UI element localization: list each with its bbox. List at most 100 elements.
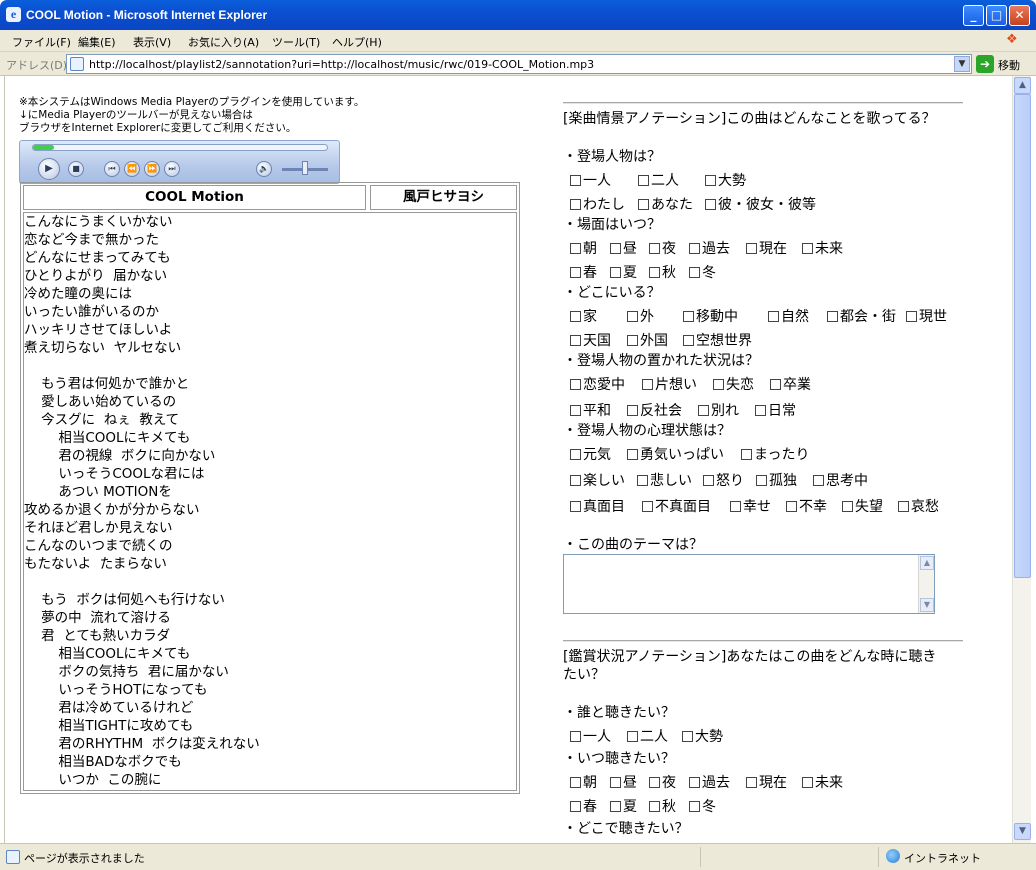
checkbox-option[interactable]: 不真面目 (642, 496, 711, 516)
checkbox-option[interactable]: 彼・彼女・彼等 (705, 194, 816, 214)
checkbox[interactable] (610, 777, 621, 788)
checkbox[interactable] (649, 801, 660, 812)
checkbox[interactable] (570, 449, 581, 460)
checkbox[interactable] (755, 405, 766, 416)
play-icon[interactable]: ▶ (38, 158, 60, 180)
checkbox-option[interactable]: 幸せ (730, 496, 771, 516)
checkbox-option[interactable]: 移動中 (683, 306, 738, 326)
checkbox[interactable] (570, 243, 581, 254)
checkbox-option[interactable]: 現在 (746, 772, 787, 792)
checkbox[interactable] (627, 311, 638, 322)
checkbox[interactable] (802, 777, 813, 788)
go-arrow-icon[interactable]: ➔ (976, 55, 994, 73)
checkbox-option[interactable]: 一人 (570, 726, 611, 746)
checkbox-option[interactable]: 過去 (689, 238, 730, 258)
checkbox-option[interactable]: 夜 (649, 772, 676, 792)
checkbox[interactable] (642, 379, 653, 390)
checkbox-option[interactable]: 真面目 (570, 496, 625, 516)
checkbox-option[interactable]: 楽しい (570, 470, 625, 490)
checkbox[interactable] (570, 501, 581, 512)
checkbox-option[interactable]: 思考中 (813, 470, 868, 490)
checkbox-option[interactable]: 昼 (610, 238, 637, 258)
volume-knob[interactable] (302, 161, 308, 175)
checkbox[interactable] (627, 449, 638, 460)
checkbox-option[interactable]: 冬 (689, 796, 716, 816)
checkbox-option[interactable]: 都会・街 (827, 306, 896, 326)
checkbox[interactable] (713, 379, 724, 390)
checkbox[interactable] (570, 731, 581, 742)
checkbox[interactable] (770, 379, 781, 390)
checkbox-option[interactable]: 現在 (746, 238, 787, 258)
checkbox-option[interactable]: 天国 (570, 330, 611, 350)
checkbox-option[interactable]: 未来 (802, 772, 843, 792)
checkbox-option[interactable]: 外国 (627, 330, 668, 350)
checkbox-option[interactable]: 空想世界 (683, 330, 752, 350)
checkbox-option[interactable]: 反社会 (627, 400, 682, 420)
checkbox[interactable] (570, 311, 581, 322)
checkbox[interactable] (642, 501, 653, 512)
next-icon[interactable]: ⏭ (164, 161, 180, 177)
checkbox[interactable] (649, 243, 660, 254)
checkbox-option[interactable]: 家 (570, 306, 597, 326)
checkbox-option[interactable]: 別れ (698, 400, 739, 420)
checkbox[interactable] (705, 199, 716, 210)
checkbox[interactable] (637, 475, 648, 486)
go-button[interactable]: 移動 (998, 57, 1020, 73)
checkbox-option[interactable]: 哀愁 (898, 496, 939, 516)
checkbox-option[interactable]: 卒業 (770, 374, 811, 394)
scroll-down-icon[interactable]: ▼ (920, 598, 934, 612)
checkbox-option[interactable]: 日常 (755, 400, 796, 420)
checkbox[interactable] (649, 267, 660, 278)
textarea-scrollbar[interactable]: ▲ ▼ (918, 555, 934, 613)
checkbox-option[interactable]: まったり (741, 444, 809, 464)
checkbox-option[interactable]: 二人 (638, 170, 679, 190)
checkbox-option[interactable]: 外 (627, 306, 654, 326)
checkbox-option[interactable]: 勇気いっぱい (627, 444, 724, 464)
checkbox[interactable] (638, 175, 649, 186)
checkbox[interactable] (689, 267, 700, 278)
checkbox[interactable] (746, 777, 757, 788)
close-button[interactable]: ✕ (1009, 5, 1030, 26)
checkbox[interactable] (682, 731, 693, 742)
maximize-button[interactable]: □ (986, 5, 1007, 26)
checkbox-option[interactable]: 夜 (649, 238, 676, 258)
checkbox-option[interactable]: 恋愛中 (570, 374, 625, 394)
checkbox-option[interactable]: 未来 (802, 238, 843, 258)
menu-favorites[interactable]: お気に入り(A) (188, 34, 259, 50)
checkbox-option[interactable]: 秋 (649, 262, 676, 282)
checkbox[interactable] (786, 501, 797, 512)
checkbox-option[interactable]: 秋 (649, 796, 676, 816)
checkbox[interactable] (570, 475, 581, 486)
address-url[interactable]: http://localhost/playlist2/sannotation?u… (89, 58, 594, 71)
title-bar[interactable]: e COOL Motion - Microsoft Internet Explo… (0, 0, 1036, 30)
checkbox[interactable] (756, 475, 767, 486)
checkbox-option[interactable]: 大勢 (705, 170, 746, 190)
checkbox[interactable] (570, 379, 581, 390)
menu-file[interactable]: ファイル(F) (12, 34, 71, 50)
checkbox[interactable] (802, 243, 813, 254)
fast-forward-icon[interactable]: ⏩ (144, 161, 160, 177)
checkbox[interactable] (813, 475, 824, 486)
checkbox-option[interactable]: 過去 (689, 772, 730, 792)
stop-icon[interactable]: ■ (68, 161, 84, 177)
checkbox-option[interactable]: 平和 (570, 400, 611, 420)
checkbox[interactable] (741, 449, 752, 460)
checkbox[interactable] (570, 777, 581, 788)
menu-edit[interactable]: 編集(E) (78, 34, 116, 50)
checkbox[interactable] (610, 801, 621, 812)
checkbox-option[interactable]: 大勢 (682, 726, 723, 746)
mute-speaker-icon[interactable]: 🔈 (256, 161, 272, 177)
checkbox-option[interactable]: 一人 (570, 170, 611, 190)
checkbox[interactable] (705, 175, 716, 186)
checkbox[interactable] (638, 199, 649, 210)
checkbox-option[interactable]: 片想い (642, 374, 697, 394)
checkbox[interactable] (683, 335, 694, 346)
checkbox-option[interactable]: 不幸 (786, 496, 827, 516)
scroll-thumb[interactable] (1014, 94, 1031, 578)
address-dropdown-icon[interactable]: ▼ (954, 56, 970, 72)
checkbox[interactable] (610, 243, 621, 254)
checkbox-option[interactable]: 朝 (570, 238, 597, 258)
checkbox-option[interactable]: 夏 (610, 262, 637, 282)
checkbox[interactable] (827, 311, 838, 322)
checkbox-option[interactable]: あなた (638, 194, 693, 214)
